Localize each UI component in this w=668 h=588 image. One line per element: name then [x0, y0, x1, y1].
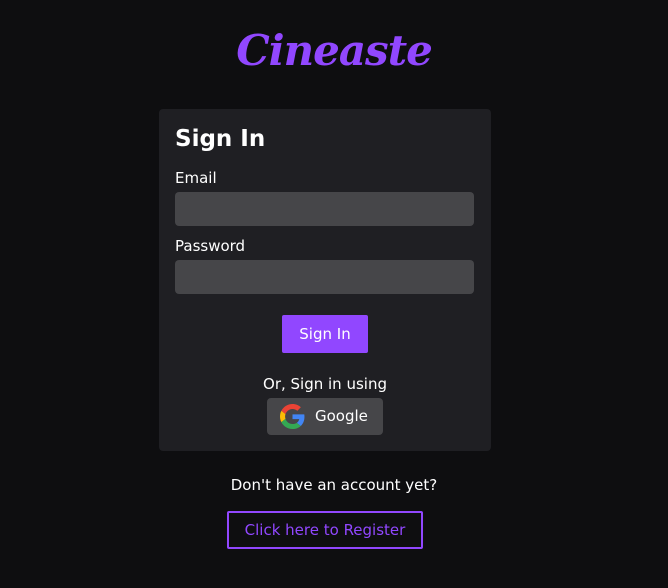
alt-signin-text: Or, Sign in using [263, 375, 387, 393]
google-button-label: Google [315, 407, 368, 425]
signin-title: Sign In [175, 126, 266, 152]
app-logo: Cineaste [236, 26, 433, 75]
google-logo-icon [280, 404, 305, 429]
register-prompt: Don't have an account yet? [230, 476, 438, 494]
signin-card: Sign In Email Password Sign In Or, Sign … [159, 109, 491, 451]
email-label: Email [175, 169, 217, 187]
signin-button[interactable]: Sign In [282, 315, 368, 353]
google-signin-button[interactable]: Google [267, 398, 383, 435]
register-button[interactable]: Click here to Register [227, 511, 423, 549]
password-field[interactable] [175, 260, 474, 294]
email-field[interactable] [175, 192, 474, 226]
password-label: Password [175, 237, 246, 255]
